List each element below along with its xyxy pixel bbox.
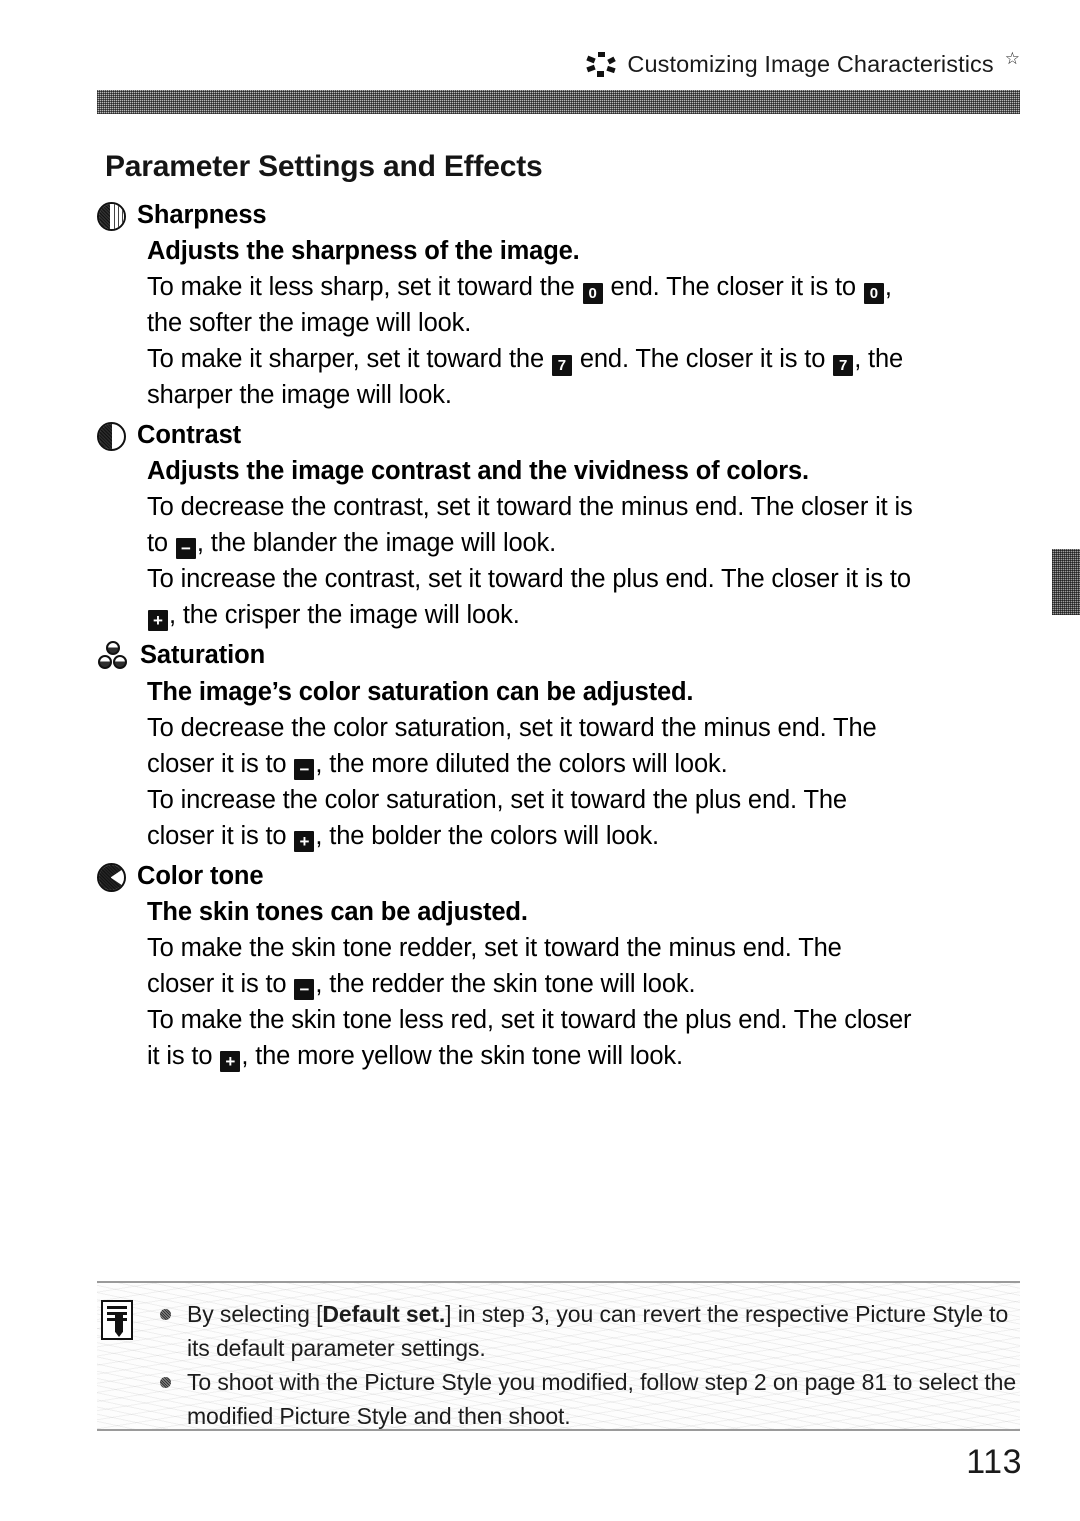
parameter-body: To decrease the contrast, set it toward … — [147, 489, 1027, 633]
parameter-line: To make it sharper, set it toward the 7 … — [147, 345, 904, 376]
parameter-name: Saturation — [140, 641, 266, 669]
parameter-line: sharper the image will look. — [147, 381, 452, 409]
key-glyph: 7 — [551, 355, 572, 376]
parameter-line: closer it is to −, the more diluted the … — [147, 750, 728, 780]
page-content: Parameter Settings and Effects Sharpness… — [97, 150, 1027, 1079]
emphasis-text: Default set. — [322, 1301, 446, 1327]
key-glyph: − — [294, 759, 315, 780]
parameter-line: closer it is to −, the redder the skin t… — [147, 970, 696, 1000]
chapter-edge-tab — [1052, 549, 1080, 615]
parameter-subtitle: Adjusts the sharpness of the image. — [147, 237, 580, 265]
note-text: By selecting [Default set.] in step 3, y… — [187, 1301, 1009, 1361]
parameter-block-sharpness: Sharpness Adjusts the sharpness of the i… — [97, 198, 1027, 413]
page-number: 113 — [966, 1443, 1022, 1481]
parameter-heading: Saturation — [97, 638, 1027, 673]
parameter-line: closer it is to +, the bolder the colors… — [147, 822, 659, 852]
note-item: To shoot with the Picture Style you modi… — [157, 1365, 1020, 1433]
note-box: By selecting [Default set.] in step 3, y… — [97, 1281, 1020, 1431]
star-icon: ☆ — [1004, 48, 1020, 68]
key-glyph: + — [294, 831, 315, 852]
note-item: By selecting [Default set.] in step 3, y… — [157, 1297, 1020, 1365]
key-glyph: + — [148, 610, 168, 631]
parameter-subtitle: Adjusts the image contrast and the vivid… — [147, 457, 809, 485]
bullet-icon — [160, 1377, 171, 1388]
header-rule — [97, 90, 1020, 114]
parameter-subtitle: The image’s color saturation can be adju… — [147, 678, 694, 706]
parameter-line: +, the crisper the image will look. — [147, 597, 1027, 633]
sharpness-icon — [97, 202, 126, 231]
parameter-heading: Sharpness — [97, 198, 1027, 232]
color-tone-icon — [97, 863, 126, 892]
running-header: Customizing Image Characteristics ☆ — [97, 44, 1020, 84]
key-glyph: − — [294, 979, 315, 1000]
parameter-body: To decrease the color saturation, set it… — [147, 710, 1027, 854]
key-glyph: 0 — [863, 283, 884, 304]
parameter-heading: Color tone — [97, 859, 1027, 893]
note-text: To shoot with the Picture Style you modi… — [187, 1369, 1017, 1429]
parameter-line: To increase the color saturation, set it… — [147, 786, 847, 814]
parameter-body: To make the skin tone redder, set it tow… — [147, 930, 1027, 1074]
note-list: By selecting [Default set.] in step 3, y… — [157, 1297, 1020, 1433]
parameter-line: to −, the blander the image will look. — [147, 529, 557, 559]
key-glyph: + — [220, 1051, 241, 1072]
parameter-block-color-tone: Color tone The skin tones can be adjuste… — [97, 859, 1027, 1074]
key-glyph: − — [175, 538, 196, 559]
parameter-line: To increase the contrast, set it toward … — [147, 565, 911, 593]
parameter-line: it is to +, the more yellow the skin ton… — [147, 1042, 683, 1072]
parameter-subtitle: The skin tones can be adjusted. — [147, 898, 528, 926]
parameter-name: Sharpness — [137, 201, 267, 229]
note-pencil-icon — [101, 1300, 133, 1340]
parameter-body: To make it less sharp, set it toward the… — [147, 269, 1027, 413]
bullet-icon — [160, 1309, 171, 1320]
picture-style-icon — [586, 51, 617, 77]
parameter-name: Contrast — [137, 421, 242, 449]
contrast-icon — [97, 422, 126, 451]
saturation-icon — [97, 641, 129, 673]
page-title: Parameter Settings and Effects — [105, 150, 543, 183]
parameter-line: To make the skin tone less red, set it t… — [147, 1006, 912, 1034]
header-title: Customizing Image Characteristics — [627, 50, 994, 77]
parameter-heading: Contrast — [97, 418, 1027, 452]
key-glyph: 7 — [833, 355, 854, 376]
parameter-line: To make it less sharp, set it toward the… — [147, 273, 892, 304]
parameter-name: Color tone — [137, 862, 264, 890]
parameter-line: To decrease the contrast, set it toward … — [147, 493, 913, 521]
parameter-line: To make the skin tone redder, set it tow… — [147, 934, 842, 962]
parameter-block-saturation: Saturation The image’s color saturation … — [97, 638, 1027, 854]
parameter-line: the softer the image will look. — [147, 309, 472, 337]
parameter-line: To decrease the color saturation, set it… — [147, 714, 877, 742]
parameter-block-contrast: Contrast Adjusts the image contrast and … — [97, 418, 1027, 633]
key-glyph: 0 — [582, 283, 603, 304]
